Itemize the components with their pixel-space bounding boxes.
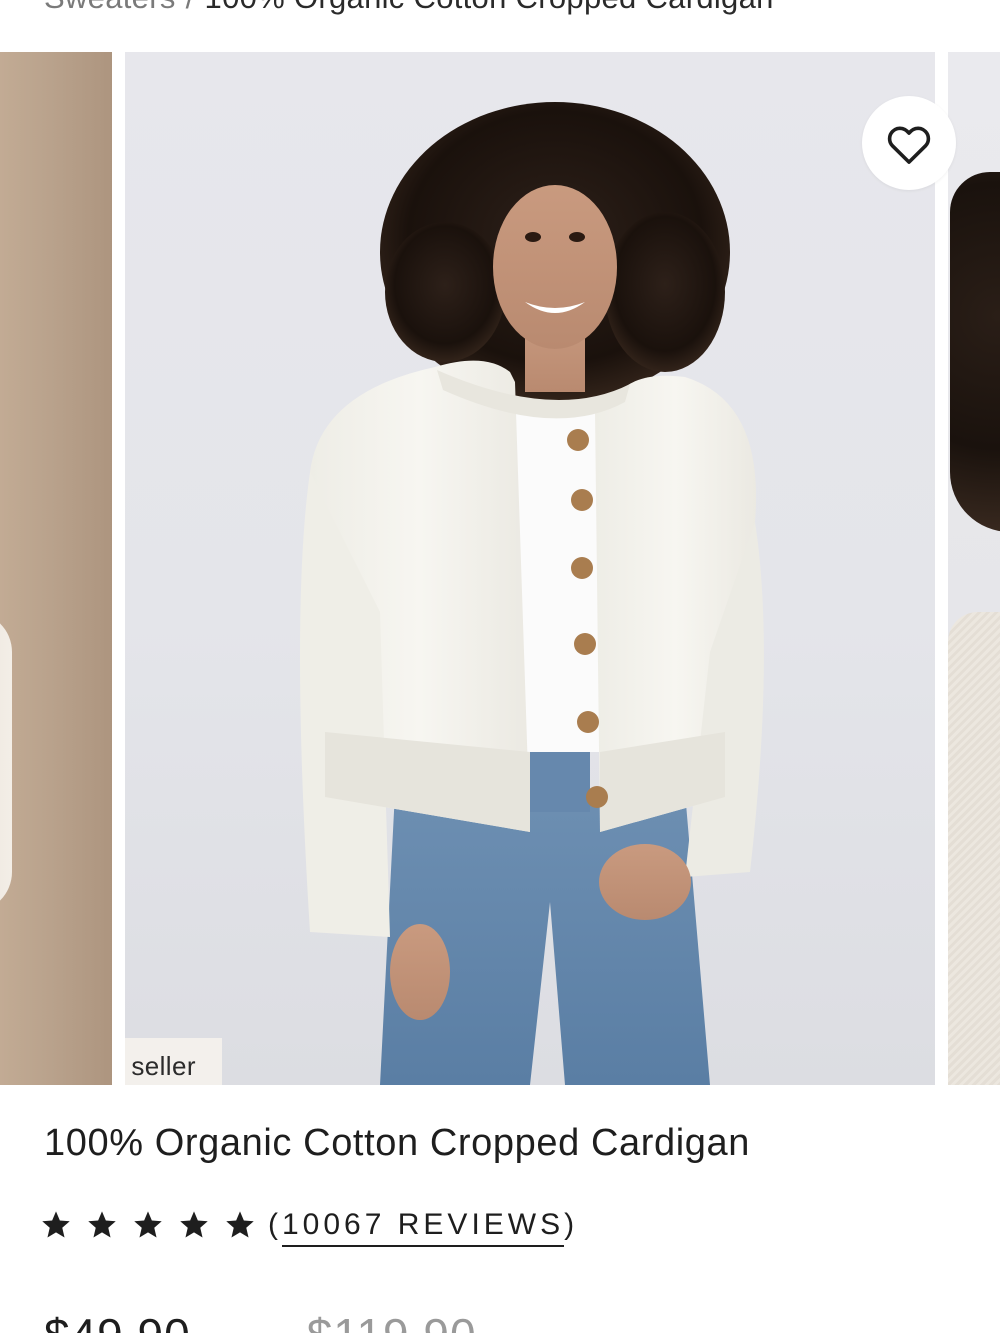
best-seller-badge: Best seller bbox=[125, 1038, 222, 1085]
product-photo bbox=[300, 102, 764, 1085]
carousel-slide-previous[interactable] bbox=[0, 52, 112, 1085]
star-icon bbox=[178, 1209, 210, 1241]
breadcrumb: Sweaters / 100% Organic Cotton Cropped Car… bbox=[44, 0, 774, 16]
star-icon bbox=[40, 1209, 72, 1241]
rating-row: (10067 REVIEWS) bbox=[40, 1208, 579, 1247]
sale-price: $49.90 bbox=[44, 1308, 191, 1333]
reviews-open-paren: ( bbox=[268, 1208, 282, 1241]
original-price: $119.90 bbox=[307, 1308, 477, 1333]
star-icon bbox=[86, 1209, 118, 1241]
price-row: $49.90 $119.90 bbox=[44, 1308, 477, 1333]
image-carousel[interactable]: Best seller bbox=[0, 52, 1000, 1085]
wishlist-button[interactable] bbox=[862, 96, 956, 190]
star-rating bbox=[40, 1209, 270, 1241]
reviews-close-paren: ) bbox=[564, 1208, 579, 1241]
reviews-link[interactable]: (10067 REVIEWS) bbox=[268, 1208, 579, 1247]
next-image-hair bbox=[950, 172, 1000, 532]
carousel-slide-main[interactable]: Best seller bbox=[125, 52, 935, 1085]
breadcrumb-current: 100% Organic Cotton Cropped Cardigan bbox=[205, 0, 774, 15]
reviews-count: 10067 REVIEWS bbox=[282, 1208, 565, 1247]
breadcrumb-separator: / bbox=[186, 0, 195, 15]
next-image-knit bbox=[948, 612, 1000, 1085]
previous-image-garment bbox=[0, 612, 12, 912]
star-icon bbox=[132, 1209, 164, 1241]
product-page: Sweaters / 100% Organic Cotton Cropped Car… bbox=[0, 0, 1000, 1333]
product-title: 100% Organic Cotton Cropped Cardigan bbox=[44, 1122, 751, 1164]
heart-outline-icon bbox=[887, 126, 931, 164]
star-icon bbox=[224, 1209, 256, 1241]
carousel-slide-next[interactable] bbox=[948, 52, 1000, 1085]
breadcrumb-link-sweaters[interactable]: Sweaters bbox=[44, 0, 176, 15]
